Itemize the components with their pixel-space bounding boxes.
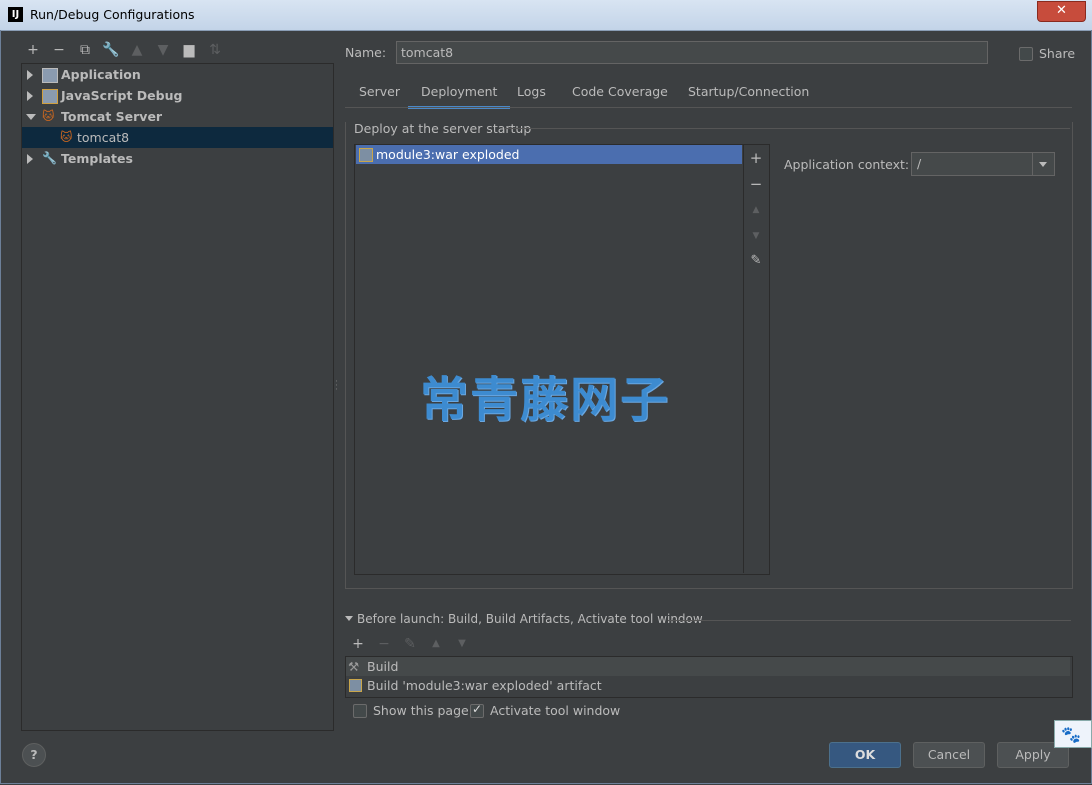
tab-startup-connection[interactable]: Startup/Connection <box>688 84 809 106</box>
collapse-arrow-icon[interactable] <box>26 114 36 120</box>
tree-item-label: tomcat8 <box>77 130 130 145</box>
intellij-app-icon: IJ <box>8 7 23 22</box>
before-launch-task[interactable]: ⚒ Build <box>346 657 1070 676</box>
tree-item-templates[interactable]: 🔧 Templates <box>22 148 333 169</box>
wrench-icon[interactable]: 🔧 <box>102 41 120 59</box>
application-context-value: / <box>917 156 922 171</box>
tomcat-icon: 🐱 <box>42 109 55 123</box>
tree-item-label: Tomcat Server <box>61 109 163 124</box>
sort-icon[interactable]: ⇅ <box>206 41 224 59</box>
group-divider <box>504 128 1070 129</box>
close-window-button[interactable]: ✕ <box>1037 1 1086 22</box>
arrow-down-icon[interactable]: ▼ <box>154 41 172 59</box>
hammer-icon: ⚒ <box>348 659 360 674</box>
folder-add-icon[interactable]: ▆ <box>180 41 198 59</box>
expand-arrow-icon[interactable] <box>27 70 33 80</box>
tree-item-javascript-debug[interactable]: JavaScript Debug <box>22 85 333 106</box>
add-artifact-button[interactable]: + <box>747 149 765 167</box>
tree-item-label: Templates <box>61 151 133 166</box>
task-label: Build <box>367 659 399 674</box>
activate-tool-window-label: Activate tool window <box>490 703 621 718</box>
tree-item-label: JavaScript Debug <box>61 88 183 103</box>
minus-icon[interactable]: − <box>50 41 68 59</box>
arrow-down-icon[interactable]: ▼ <box>453 635 471 653</box>
show-page-label: Show this page <box>373 703 469 718</box>
plus-icon[interactable]: + <box>24 41 42 59</box>
application-icon <box>42 68 58 83</box>
move-up-button[interactable]: ▲ <box>747 201 765 219</box>
remove-artifact-button[interactable]: − <box>747 175 765 193</box>
share-label: Share <box>1039 46 1076 61</box>
expand-arrow-icon[interactable] <box>27 154 33 164</box>
splitter-handle[interactable]: · · · <box>335 378 338 395</box>
share-checkbox[interactable] <box>1019 47 1033 61</box>
tab-code-coverage[interactable]: Code Coverage <box>572 84 668 106</box>
artifact-row[interactable]: module3:war exploded <box>356 145 742 164</box>
chevron-down-icon[interactable] <box>1032 153 1054 175</box>
activate-tool-window-checkbox[interactable] <box>470 702 484 718</box>
tree-item-label: Application <box>61 67 141 82</box>
javascript-debug-icon <box>42 89 58 104</box>
name-input[interactable]: tomcat8 <box>396 41 988 64</box>
tab-deployment[interactable]: Deployment <box>408 84 511 109</box>
configurations-tree: Application JavaScript Debug 🐱 Tomcat Se… <box>21 63 334 731</box>
task-label: Build 'module3:war exploded' artifact <box>367 678 602 693</box>
tab-server[interactable]: Server <box>359 84 400 106</box>
paw-icon[interactable]: 🐾 <box>1054 720 1092 748</box>
arrow-up-icon[interactable]: ▲ <box>427 635 445 653</box>
move-down-button[interactable]: ▼ <box>747 227 765 245</box>
help-button[interactable]: ? <box>22 743 46 767</box>
artifact-icon <box>349 679 362 692</box>
tree-item-application[interactable]: Application <box>22 64 333 85</box>
watermark: 常青藤网子 <box>420 372 671 428</box>
window-title: Run/Debug Configurations <box>30 7 195 22</box>
cancel-button[interactable]: Cancel <box>913 742 985 768</box>
artifact-label: module3:war exploded <box>376 147 520 162</box>
name-label: Name: <box>345 45 387 60</box>
application-context-label: Application context: <box>784 157 910 172</box>
copy-icon[interactable]: ⧉ <box>76 41 94 59</box>
ok-button[interactable]: OK <box>829 742 901 768</box>
edit-artifact-button[interactable]: ✎ <box>747 252 765 270</box>
title-bar: IJ Run/Debug Configurations ✕ <box>0 0 1092 31</box>
tree-item-tomcat-server[interactable]: 🐱 Tomcat Server <box>22 106 333 127</box>
application-context-combo[interactable]: / <box>911 152 1055 176</box>
artifact-icon <box>359 148 373 162</box>
wrench-icon: 🔧 <box>42 151 57 165</box>
tree-item-tomcat8[interactable]: 🐱 tomcat8 <box>22 127 333 148</box>
plus-icon[interactable]: + <box>349 635 367 653</box>
expand-arrow-icon[interactable] <box>27 91 33 101</box>
arrow-up-icon[interactable]: ▲ <box>128 41 146 59</box>
tomcat-icon: 🐱 <box>60 130 73 144</box>
minus-icon[interactable]: − <box>375 635 393 653</box>
collapse-arrow-icon[interactable] <box>345 616 353 621</box>
edit-icon[interactable]: ✎ <box>401 635 419 653</box>
before-launch-task[interactable]: Build 'module3:war exploded' artifact <box>346 676 1070 695</box>
tab-divider <box>345 107 1072 108</box>
before-launch-divider <box>668 620 1071 621</box>
before-launch-title[interactable]: Before launch: Build, Build Artifacts, A… <box>357 612 703 626</box>
tab-logs[interactable]: Logs <box>517 84 546 106</box>
show-page-checkbox[interactable] <box>353 704 367 718</box>
